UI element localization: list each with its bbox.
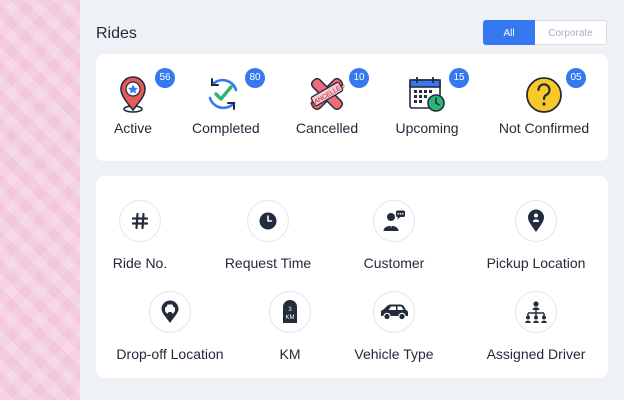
- question-circle-icon: 05: [524, 68, 586, 114]
- stat-label: Upcoming: [395, 120, 459, 136]
- stat-label: Cancelled: [295, 120, 359, 136]
- customer-chat-icon: [373, 200, 415, 242]
- dropoff-car-pin-icon: [149, 291, 191, 333]
- field-label: KM: [279, 346, 301, 362]
- field-label: Pickup Location: [486, 255, 586, 271]
- field-pickup-location[interactable]: Pickup Location: [482, 200, 590, 271]
- stat-count-badge: 15: [449, 68, 469, 88]
- ride-status-card: 56 Active 80 Completed CANCELLED 10 Canc…: [96, 54, 608, 161]
- calendar-clock-icon: 15: [407, 68, 469, 114]
- stat-count-badge: 05: [566, 68, 586, 88]
- stat-upcoming[interactable]: 15 Upcoming: [394, 68, 469, 136]
- field-label: Customer: [363, 255, 425, 271]
- stat-count-badge: 80: [245, 68, 265, 88]
- clock-icon: [247, 200, 289, 242]
- stat-count-badge: 10: [349, 68, 369, 88]
- refresh-check-icon: 80: [203, 68, 265, 114]
- stat-active[interactable]: 56 Active: [110, 68, 175, 136]
- stat-label: Active: [113, 120, 153, 136]
- hash-icon: [119, 200, 161, 242]
- decorative-side-strip: [0, 0, 80, 400]
- field-dropoff-location[interactable]: Drop-off Location: [110, 291, 230, 362]
- rides-panel: Rides All Corporate 56 Active 80 Complet…: [80, 0, 624, 400]
- field-ride-no[interactable]: Ride No.: [110, 200, 170, 271]
- field-label: Drop-off Location: [116, 346, 224, 362]
- field-label: Ride No.: [112, 255, 168, 271]
- field-label: Assigned Driver: [486, 346, 586, 362]
- km-signpost-icon: 3 KM: [269, 291, 311, 333]
- stat-count-badge: 56: [155, 68, 175, 88]
- km-icon-unit: KM: [286, 315, 295, 321]
- stat-not-confirmed[interactable]: 05 Not Confirmed: [496, 68, 592, 136]
- stat-cancelled[interactable]: CANCELLED 10 Cancelled: [294, 68, 369, 136]
- stat-label: Completed: [192, 120, 260, 136]
- field-label: Request Time: [224, 255, 312, 271]
- stat-label: Not Confirmed: [498, 120, 590, 136]
- field-vehicle-type[interactable]: Vehicle Type: [352, 291, 436, 362]
- field-km[interactable]: 3 KM KM: [268, 291, 312, 362]
- stat-completed[interactable]: 80 Completed: [192, 68, 265, 136]
- car-icon: [373, 291, 415, 333]
- pickup-pin-icon: [515, 200, 557, 242]
- filter-corporate-button[interactable]: Corporate: [535, 20, 607, 45]
- ride-fields-card: Ride No. Request Time Customer Pickup Lo…: [96, 176, 608, 378]
- filter-all-button[interactable]: All: [483, 20, 535, 45]
- field-assigned-driver[interactable]: Assigned Driver: [484, 291, 588, 362]
- ride-filter-toggle: All Corporate: [483, 20, 607, 45]
- field-customer[interactable]: Customer: [358, 200, 430, 271]
- field-label: Vehicle Type: [354, 346, 434, 362]
- cancelled-x-icon: CANCELLED 10: [307, 68, 369, 114]
- page-title: Rides: [96, 25, 137, 42]
- field-request-time[interactable]: Request Time: [218, 200, 318, 271]
- location-star-icon: 56: [113, 68, 175, 114]
- org-chart-icon: [515, 291, 557, 333]
